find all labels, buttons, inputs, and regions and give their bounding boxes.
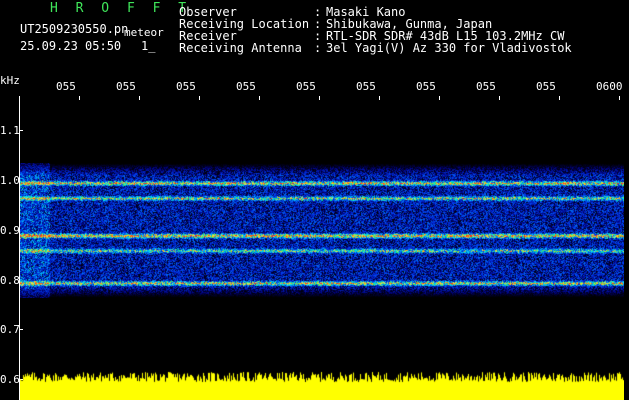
x-tick-label: 0600 xyxy=(596,80,623,93)
datetime-readout: 25.09.23 05:50 xyxy=(20,39,122,53)
counter-readout: 1_ xyxy=(141,39,156,53)
app-brand: H R O F F T xyxy=(50,1,192,16)
x-tick-mark xyxy=(559,96,560,100)
x-tick-mark xyxy=(259,96,260,100)
x-tick-mark xyxy=(499,96,500,100)
x-tick-label: 055 xyxy=(536,80,556,93)
x-tick-label: 055 xyxy=(56,80,76,93)
x-tick-label: 055 xyxy=(176,80,196,93)
antenna-separator: : xyxy=(314,41,322,55)
x-tick-mark xyxy=(379,96,380,100)
y-tick-mark xyxy=(19,130,23,131)
x-tick-mark xyxy=(619,96,620,100)
y-tick-label: 0.7 xyxy=(0,323,20,336)
x-tick-label: 055 xyxy=(296,80,316,93)
y-tick-label: 1.0 xyxy=(0,174,20,187)
x-tick-label: 055 xyxy=(236,80,256,93)
power-trace xyxy=(20,370,624,400)
y-tick-label: 0.6 xyxy=(0,373,20,386)
spectrogram-heatmap xyxy=(20,163,624,298)
x-tick-label: 055 xyxy=(476,80,496,93)
hrofft-spectrogram-window: H R O F F T UT2509230550.pn meteor 25.09… xyxy=(0,0,629,400)
x-tick-label: 055 xyxy=(116,80,136,93)
x-tick-mark xyxy=(79,96,80,100)
x-tick-mark xyxy=(199,96,200,100)
x-tick-label: 055 xyxy=(416,80,436,93)
y-tick-mark xyxy=(19,329,23,330)
file-name: UT2509230550.pn xyxy=(20,22,129,36)
y-tick-label: 0.9 xyxy=(0,224,20,237)
y-tick-label: 0.8 xyxy=(0,274,20,287)
x-tick-mark xyxy=(139,96,140,100)
y-tick-label: 1.1 xyxy=(0,124,20,137)
x-tick-mark xyxy=(319,96,320,100)
antenna-label: Receiving Antenna xyxy=(179,41,302,55)
x-tick-label: 055 xyxy=(356,80,376,93)
x-tick-mark xyxy=(439,96,440,100)
antenna-value: 3el Yagi(V) Az 330 for Vladivostok xyxy=(326,41,572,55)
file-type-label: meteor xyxy=(124,26,164,39)
y-axis-unit: kHz xyxy=(0,74,20,87)
